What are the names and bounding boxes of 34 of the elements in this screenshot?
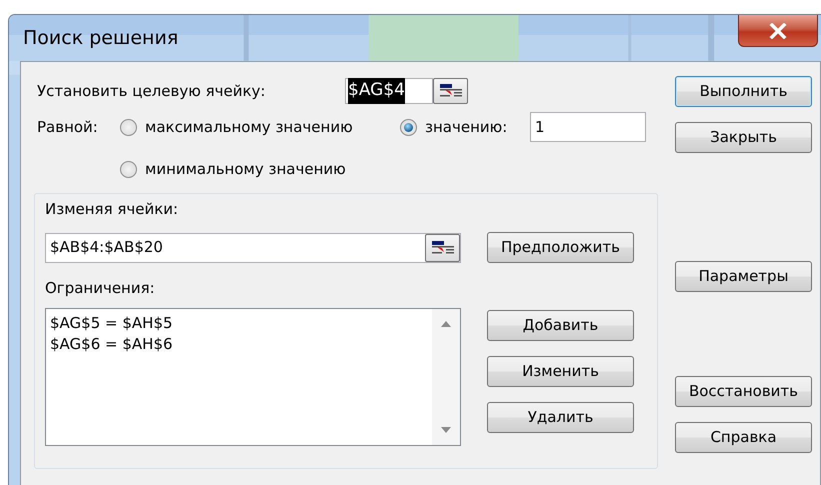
constraints-list[interactable]: $AG$5 = $AH$5 $AG$6 = $AH$6 [45, 308, 461, 446]
dialog-button[interactable]: Выполнить [675, 76, 812, 107]
constraint-button[interactable]: Удалить [487, 402, 634, 432]
close-icon [769, 22, 787, 38]
range-select-icon [440, 84, 462, 98]
constraint-item[interactable]: $AG$6 = $AH$6 [50, 334, 173, 354]
radio-button[interactable] [120, 160, 137, 178]
dialog-button[interactable]: Восстановить [675, 376, 812, 407]
radio-label: значению: [425, 116, 508, 138]
constraint-item[interactable]: $AG$5 = $AH$5 [50, 312, 173, 334]
changing-cells-label: Изменяя ячейки: [45, 198, 180, 220]
dialog-button[interactable]: Параметры [675, 261, 812, 292]
value-field[interactable]: 1 [530, 112, 646, 142]
radio-button[interactable] [400, 118, 417, 136]
constraints-label: Ограничения: [45, 278, 156, 299]
range-select-button[interactable] [425, 234, 460, 262]
range-select-button[interactable] [433, 78, 468, 104]
equal-to-label: Равной: [37, 116, 99, 138]
guess-button[interactable]: Предположить [487, 232, 634, 263]
constraint-button[interactable]: Изменить [487, 356, 634, 386]
target-cell-field[interactable]: $AG$4 [345, 78, 433, 104]
range-select-icon [432, 240, 454, 254]
radio-label: максимальному значению [145, 116, 353, 138]
scroll-down-icon[interactable] [441, 426, 451, 432]
close-button[interactable] [738, 15, 818, 47]
radio-button[interactable] [120, 118, 137, 136]
radio-label: минимальному значению [145, 159, 346, 180]
scroll-up-icon[interactable] [441, 320, 451, 326]
constraint-button[interactable]: Добавить [487, 310, 634, 340]
window-title: Поиск решения [23, 26, 178, 51]
dialog-button[interactable]: Справка [675, 422, 812, 453]
dialog-button[interactable]: Закрыть [675, 122, 812, 153]
target-cell-label: Установить целевую ячейку: [37, 80, 266, 102]
changing-cells-field[interactable]: $AB$4:$AB$20 [45, 232, 461, 262]
